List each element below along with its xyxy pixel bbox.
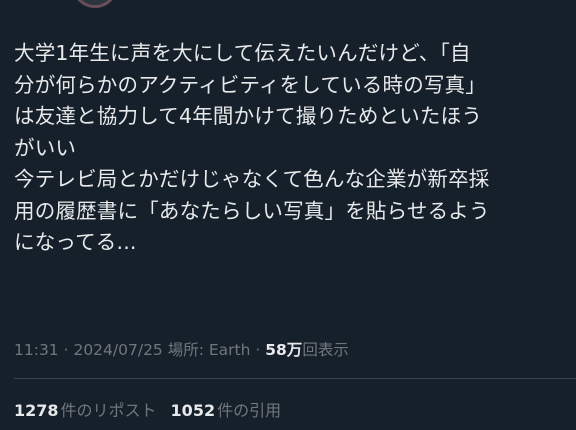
engagement-stats: 1278 件のリポスト 1052 件の引用	[14, 397, 281, 421]
reposts-label: 件のリポスト	[60, 401, 157, 420]
reposts-count: 1278	[14, 401, 59, 420]
tweet-time[interactable]: 11:31	[14, 341, 59, 359]
divider	[14, 378, 576, 379]
views-count: 58万	[265, 341, 303, 359]
meta-separator: ·	[250, 341, 266, 359]
reposts-link[interactable]: 1278 件のリポスト	[14, 397, 157, 421]
avatar[interactable]	[72, 0, 118, 8]
tweet-text: 大学1年生に声を大にして伝えたいんだけど、「自 分が何らかのアクティビティをして…	[14, 41, 490, 254]
tweet-location[interactable]: 場所: Earth	[163, 341, 251, 359]
views-label: 回表示	[302, 341, 349, 359]
quotes-count: 1052	[170, 401, 216, 420]
quotes-link[interactable]: 1052 件の引用	[171, 397, 282, 421]
tweet-date[interactable]: 2024/07/25	[73, 341, 162, 359]
meta-separator: ·	[58, 341, 74, 359]
quotes-label: 件の引用	[217, 401, 282, 420]
tweet-meta: 11:31 · 2024/07/25 場所: Earth · 58万回表示	[14, 338, 349, 360]
